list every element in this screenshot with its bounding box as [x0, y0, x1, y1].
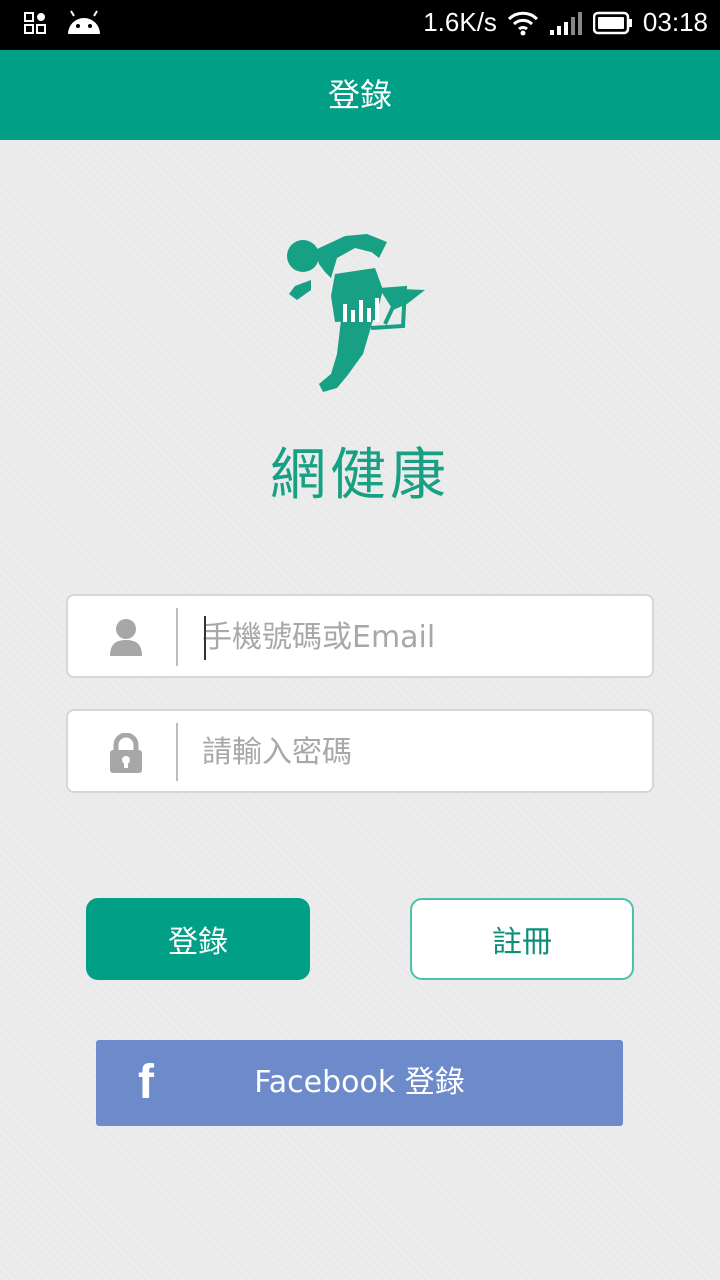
clock: 03:18 — [642, 7, 708, 37]
page-title: 登錄 — [327, 76, 392, 114]
login-button[interactable]: 登錄 — [86, 898, 310, 980]
brand-name: 網健康 — [270, 443, 450, 508]
text-caret — [204, 616, 206, 660]
facebook-login-label: Facebook 登錄 — [254, 1065, 465, 1100]
facebook-login-button[interactable]: f Facebook 登錄 — [96, 1040, 623, 1126]
lock-icon — [110, 733, 142, 773]
field-divider — [176, 723, 178, 781]
account-field[interactable] — [66, 594, 654, 678]
status-bar: 1.6K/s 03:18 — [0, 0, 720, 50]
signal-icon — [549, 11, 582, 35]
wifi-icon — [507, 11, 538, 35]
qr-apps-icon — [24, 12, 46, 34]
password-field[interactable] — [66, 709, 654, 793]
android-icon — [68, 10, 100, 34]
net-speed: 1.6K/s — [423, 7, 497, 37]
status-left — [24, 10, 102, 36]
register-button[interactable]: 註冊 — [410, 898, 634, 980]
field-divider — [176, 608, 178, 666]
app-bar: 登錄 — [0, 50, 720, 140]
status-right: 1.6K/s 03:18 — [423, 7, 708, 38]
user-icon — [110, 619, 142, 656]
runner-logo-icon — [287, 234, 425, 392]
password-input[interactable] — [202, 721, 632, 783]
battery-icon — [592, 11, 632, 34]
login-content: 網健康 登錄 註冊 f Facebook 登錄 — [0, 140, 720, 1280]
account-input[interactable] — [202, 606, 632, 668]
